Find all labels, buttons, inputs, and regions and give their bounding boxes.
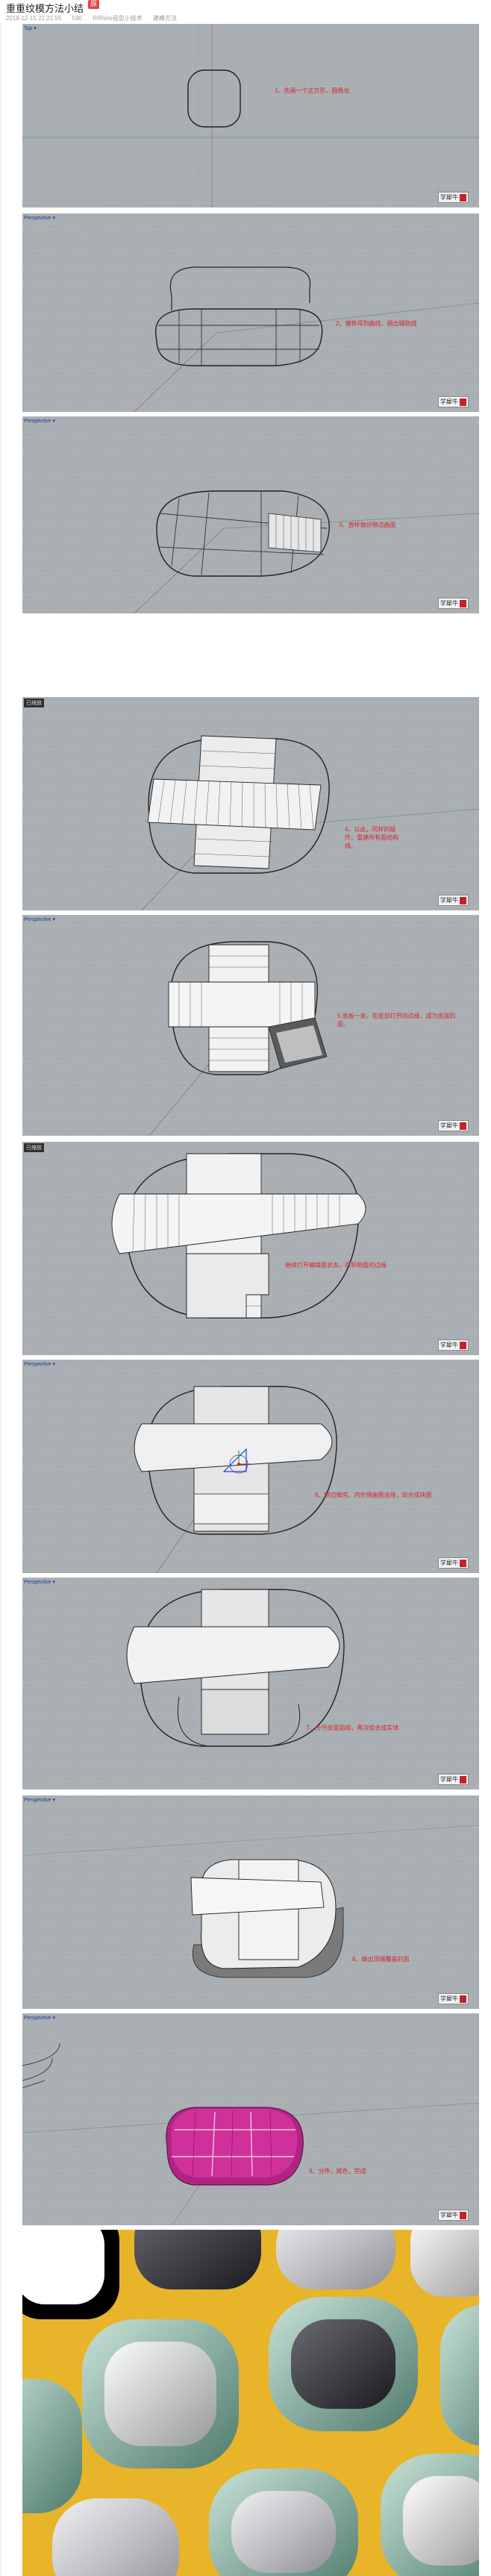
- watermark-logo: 学犀牛: [438, 598, 469, 609]
- screenshot-step-7: Perspective ▾ 6、侧边做完，内外侧曲面连接，组合成块面 学犀牛: [22, 1360, 479, 1573]
- viewport-label[interactable]: Perspective ▾: [24, 1579, 55, 1585]
- watermark-logo: 学犀牛: [438, 1339, 469, 1351]
- article-title: 重重纹模方法小结: [6, 3, 84, 14]
- watermark-logo: 学犀牛: [438, 192, 469, 203]
- viewport-drawing: [22, 1795, 479, 2009]
- viewport-drawing: [22, 1578, 479, 1789]
- tag-link[interactable]: 建模方法: [153, 15, 177, 22]
- screenshot-step-6: 已缩放 继续打开编辑面状态，得到侧面的边缘 学犀牛: [22, 1142, 479, 1355]
- viewport-label[interactable]: Perspective ▾: [24, 215, 55, 221]
- step-note: 3、放样做好侧边曲面: [339, 522, 396, 528]
- viewport-label[interactable]: 已缩放: [24, 1143, 44, 1152]
- viewport-label[interactable]: 已缩放: [24, 698, 44, 707]
- viewport-drawing: [22, 24, 479, 207]
- viewport-drawing: [22, 2013, 479, 2225]
- watermark-logo: 学犀牛: [438, 895, 469, 906]
- screenshot-step-3: Perspective ▾ 3、放样做好侧边曲面 学犀牛: [22, 416, 479, 613]
- step-note: 8、做出顶端覆盖的面: [352, 1956, 410, 1963]
- article-header: 重重纹模方法小结 原 2018-12-15 21:21:55 590 RRhin…: [0, 0, 491, 22]
- screenshot-step-2: Perspective ▾ 2、偏移得到曲线，画出辅助线 学犀牛: [22, 213, 479, 412]
- watermark-logo: 学犀牛: [438, 1993, 469, 2004]
- viewport-label[interactable]: Perspective ▾: [24, 1361, 55, 1367]
- screenshot-step-8: Perspective ▾ 7、分开底面面组，再次组合成实体 学犀牛: [22, 1578, 479, 1789]
- publish-date: 2018-12-15 21:21:55: [6, 15, 62, 22]
- viewport-label[interactable]: Perspective ▾: [24, 2015, 55, 2021]
- watermark-logo: 学犀牛: [438, 1774, 469, 1785]
- watermark-logo: 学犀牛: [438, 1557, 469, 1569]
- watermark-logo: 学犀牛: [438, 1120, 469, 1131]
- step-note: 继续打开编辑面状态，得到侧面的边缘: [285, 1262, 387, 1269]
- viewport-drawing: [22, 213, 479, 412]
- screenshot-step-10: Perspective ▾ 9、分件，赋色，完成 学犀牛: [22, 2013, 479, 2225]
- screenshot-step-1: Top ▾ 1、先画一个正方形，圆角化 学犀牛: [22, 24, 479, 207]
- viewport-label[interactable]: Perspective ▾: [24, 1797, 55, 1803]
- screenshot-step-5: Perspective ▾ 5.底板一条，在底部打开的边缘，成为底面的面。 学犀…: [22, 915, 479, 1136]
- step-note: 9、分件，赋色，完成: [309, 2168, 366, 2175]
- watermark-logo: 学犀牛: [438, 396, 469, 407]
- step-note: 7、分开底面面组，再次组合成实体: [306, 1725, 399, 1731]
- viewport-label[interactable]: Top ▾: [24, 25, 37, 31]
- viewport-label[interactable]: Perspective ▾: [24, 418, 55, 424]
- screenshot-step-4: 已缩放 4、以此，同样的操作，重建所有面结构线。 学犀牛: [22, 697, 479, 910]
- original-badge: 原: [88, 0, 99, 9]
- viewport-label[interactable]: Perspective ▾: [24, 916, 55, 922]
- watermark-logo: 学犀牛: [438, 2210, 469, 2221]
- viewport-drawing: [22, 1360, 479, 1573]
- final-render-image: [22, 2230, 479, 2576]
- viewport-drawing: [22, 1142, 479, 1355]
- left-border: [0, 22, 1, 2576]
- step-note: 1、先画一个正方形，圆角化: [275, 87, 350, 94]
- category-link[interactable]: RRhino造型小技术: [93, 15, 143, 22]
- viewport-drawing: [22, 697, 479, 910]
- step-note: 2、偏移得到曲线，画出辅助线: [336, 320, 417, 327]
- step-note: 6、侧边做完，内外侧曲面连接，组合成块面: [315, 1492, 432, 1498]
- view-count: 590: [72, 15, 82, 22]
- article-meta: 2018-12-15 21:21:55 590 RRhino造型小技术 建模方法: [6, 14, 186, 22]
- render-drawing: [22, 2230, 479, 2576]
- screenshot-step-9: Perspective ▾ 8、做出顶端覆盖的面 学犀牛: [22, 1795, 479, 2009]
- step-note: 5.底板一条，在底部打开的边缘，成为底面的面。: [337, 1013, 456, 1028]
- step-note: 4、以此，同样的操作，重建所有面结构线。: [345, 826, 398, 849]
- viewport-drawing: [22, 416, 479, 613]
